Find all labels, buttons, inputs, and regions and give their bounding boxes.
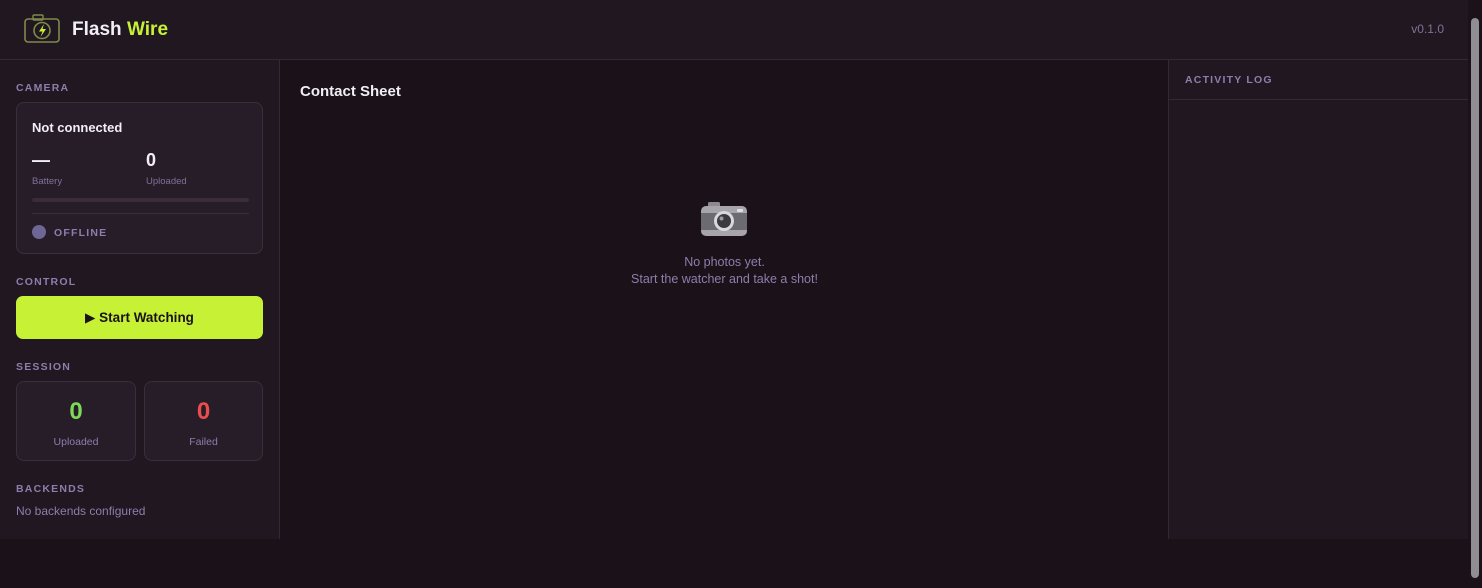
scrollbar-thumb[interactable] — [1471, 18, 1479, 578]
activity-log-title: ACTIVITY LOG — [1185, 74, 1273, 86]
no-backends-text: No backends configured — [16, 504, 146, 518]
camera-icon — [701, 202, 747, 236]
camera-status: Not connected — [32, 120, 123, 135]
brand-name-first: Flash — [72, 19, 122, 40]
connection-state-badge: OFFLINE — [54, 227, 108, 239]
vertical-scrollbar[interactable] — [1468, 0, 1482, 588]
status-dot-icon — [32, 225, 46, 239]
camera-uploaded-label: Uploaded — [146, 176, 187, 187]
backends-section-label: BACKENDS — [16, 483, 86, 495]
control-section-label: CONTROL — [16, 276, 77, 288]
brand-name-second: Wire — [127, 19, 169, 40]
session-section-label: SESSION — [16, 361, 72, 373]
start-watching-button[interactable]: ▶ Start Watching — [16, 296, 263, 339]
camera-bolt-icon — [24, 14, 60, 43]
session-failed-count: 0 — [196, 398, 211, 425]
contact-sheet-panel: Contact Sheet No photos yet. Start the w… — [280, 60, 1169, 539]
empty-state-hint: Start the watcher and take a shot! — [631, 272, 818, 286]
app-header: Flash Wire v0.1.0 — [0, 0, 1468, 60]
battery-value: — — [32, 150, 50, 170]
activity-log-panel: ACTIVITY LOG — [1168, 60, 1469, 539]
camera-uploaded-value: 0 — [146, 150, 157, 170]
empty-state-message: No photos yet. — [684, 255, 765, 269]
sidebar: CAMERA Not connected — Battery 0 Uploade… — [0, 60, 280, 539]
session-uploaded-count: 0 — [69, 398, 83, 425]
version-label: v0.1.0 — [1411, 22, 1444, 36]
activity-log-header: ACTIVITY LOG — [1169, 60, 1469, 100]
session-uploaded-label: Uploaded — [53, 436, 99, 448]
upload-progress-bar — [32, 198, 249, 202]
session-failed-label: Failed — [189, 436, 218, 448]
camera-card: Not connected — Battery 0 Uploaded OFFLI… — [16, 102, 263, 254]
camera-card-divider — [32, 213, 249, 214]
page-background — [0, 539, 1468, 588]
battery-label: Battery — [32, 176, 63, 187]
camera-section-label: CAMERA — [16, 82, 70, 94]
session-uploaded-card: 0 Uploaded — [16, 381, 136, 461]
app-window: Flash Wire v0.1.0 CAMERA Not connected —… — [0, 0, 1469, 539]
session-failed-card: 0 Failed — [144, 381, 263, 461]
page-title: Contact Sheet — [300, 83, 401, 100]
